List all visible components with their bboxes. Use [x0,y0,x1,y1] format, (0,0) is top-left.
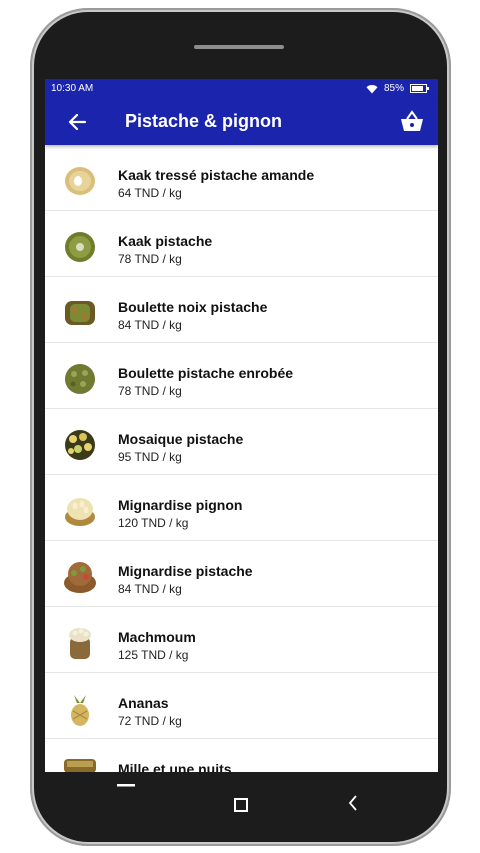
page-title: Pistache & pignon [125,111,283,131]
ananas-image [71,695,89,726]
back-chevron-icon[interactable] [347,794,359,812]
list-item[interactable]: Machmoum 125 TND / kg [45,607,438,673]
status-indicators: 85% [366,83,430,94]
back-button[interactable] [63,110,91,134]
app-screen: 10:30 AM 85% Pistache & pignon Kaak tres… [45,79,438,772]
status-time: 10:30 AM [51,83,94,94]
product-price: 72 TND / kg [118,714,182,728]
basket-button[interactable] [398,109,426,135]
list-item[interactable]: Mignardise pistache 84 TND / kg [45,541,438,607]
product-name: Boulette pistache enrobée [118,365,294,381]
list-item[interactable]: Mille et une nuits [45,739,438,772]
product-name: Machmoum [118,629,196,645]
product-name: Mignardise pignon [118,497,243,513]
kaak-pistachio-image [65,232,95,262]
speaker-grille [194,45,284,49]
product-price: 120 TND / kg [118,516,189,530]
list-item[interactable]: Mosaique pistache 95 TND / kg [45,409,438,475]
product-name: Kaak tressé pistache amande [118,167,315,183]
basket-icon [401,110,423,131]
product-price: 84 TND / kg [118,582,182,596]
boulette-enrobee-image [65,364,95,394]
app-bar: Pistache & pignon [45,99,438,145]
mosaique-image [65,430,95,460]
system-nav-bar [45,772,438,832]
product-price: 78 TND / kg [118,252,182,266]
product-price: 125 TND / kg [118,648,189,662]
list-item[interactable]: Ananas 72 TND / kg [45,673,438,739]
product-price: 78 TND / kg [118,384,182,398]
product-name: Ananas [118,695,169,711]
mignardise-pignon-image [65,498,95,526]
arrow-left-icon [68,113,87,131]
kaak-ring-image [65,167,95,195]
product-price: 95 TND / kg [118,450,182,464]
mille-et-une-nuits-image [64,759,96,772]
status-bar: 10:30 AM 85% [45,79,438,99]
list-item[interactable]: Boulette pistache enrobée 78 TND / kg [45,343,438,409]
machmoum-image [69,628,91,659]
product-name: Kaak pistache [118,233,213,249]
mignardise-pistache-image [64,562,96,593]
list-item[interactable]: Boulette noix pistache 84 TND / kg [45,277,438,343]
home-square-icon[interactable] [234,798,248,812]
list-item[interactable]: Kaak tressé pistache amande 64 TND / kg [45,145,438,211]
recent-apps-icon[interactable] [117,784,135,788]
battery-percent: 85% [383,83,404,94]
battery-icon [410,84,430,93]
product-name: Mille et une nuits [118,761,232,772]
list-item[interactable]: Mignardise pignon 120 TND / kg [45,475,438,541]
product-price: 64 TND / kg [118,186,182,200]
product-name: Mignardise pistache [118,563,253,579]
wifi-icon [366,84,378,94]
boulette-noix-image [65,301,95,325]
list-item[interactable]: Kaak pistache 78 TND / kg [45,211,438,277]
product-list: Kaak tressé pistache amande 64 TND / kg … [45,145,438,772]
product-price: 84 TND / kg [118,318,182,332]
product-name: Boulette noix pistache [118,299,268,315]
product-name: Mosaique pistache [118,431,244,447]
